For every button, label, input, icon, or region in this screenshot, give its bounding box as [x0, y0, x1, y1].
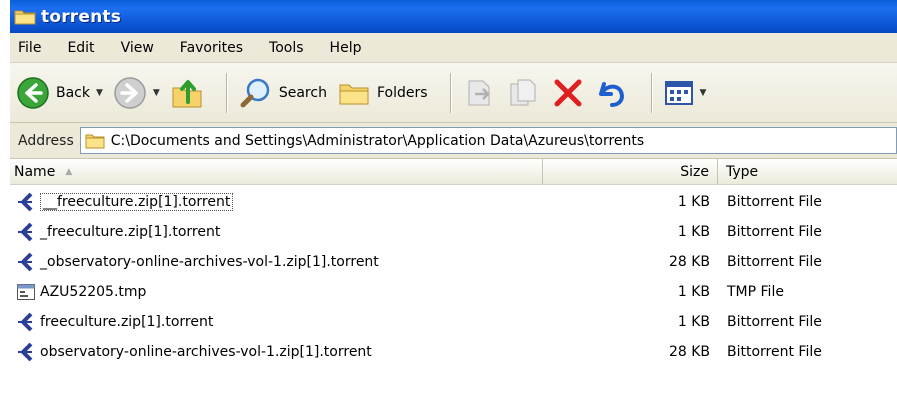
file-type: Bittorrent File [727, 314, 822, 330]
toolbar: Back ▼ ▼ Search Folders ▼ [10, 63, 897, 123]
file-name: AZU52205.tmp [40, 284, 147, 300]
toolbar-separator [225, 72, 227, 113]
torrent-icon [18, 222, 33, 242]
undo-button[interactable] [595, 71, 629, 115]
file-list: Name ▲ Size Type __freeculture.zip[1].to… [10, 159, 897, 411]
file-row[interactable]: freeculture.zip[1].torrent 1 KB Bittorre… [10, 307, 897, 337]
forward-arrow-icon [114, 76, 146, 109]
up-folder-button[interactable] [170, 71, 204, 115]
file-row[interactable]: observatory-online-archives-vol-1.zip[1]… [10, 337, 897, 367]
menu-view[interactable]: View [121, 40, 154, 56]
column-header-size[interactable]: Size [543, 159, 718, 184]
torrent-icon [18, 252, 33, 272]
file-name: observatory-online-archives-vol-1.zip[1]… [40, 344, 372, 360]
column-name-label: Name [14, 163, 56, 180]
file-row[interactable]: _freeculture.zip[1].torrent 1 KB Bittorr… [10, 217, 897, 247]
torrent-icon [18, 192, 33, 212]
search-button[interactable]: Search [239, 71, 327, 115]
up-folder-icon [172, 79, 202, 107]
sort-ascending-icon: ▲ [65, 166, 73, 177]
address-path: C:\Documents and Settings\Administrator\… [110, 132, 645, 149]
delete-x-icon [554, 79, 582, 106]
search-icon [240, 78, 270, 107]
undo-icon [598, 81, 624, 107]
folder-icon [14, 10, 36, 25]
file-row[interactable]: _observatory-online-archives-vol-1.zip[1… [10, 247, 897, 277]
copy-to-icon [510, 79, 536, 105]
column-type-label: Type [726, 163, 759, 180]
file-name: _observatory-online-archives-vol-1.zip[1… [40, 254, 379, 270]
menu-help[interactable]: Help [330, 40, 362, 56]
file-rows: __freeculture.zip[1].torrent 1 KB Bittor… [10, 185, 897, 367]
delete-button[interactable] [551, 71, 585, 115]
menu-bar: File Edit View Favorites Tools Help [10, 33, 897, 63]
file-type: Bittorrent File [727, 344, 822, 360]
menu-edit[interactable]: Edit [67, 40, 94, 56]
file-size: 1 KB [677, 284, 710, 300]
address-field[interactable]: C:\Documents and Settings\Administrator\… [79, 127, 897, 154]
copy-to-button[interactable] [507, 71, 541, 115]
toolbar-separator [449, 72, 451, 113]
file-type: TMP File [727, 284, 784, 300]
file-type: Bittorrent File [727, 194, 822, 210]
file-size: 1 KB [677, 314, 710, 330]
back-dropdown-icon[interactable]: ▼ [96, 88, 103, 98]
file-size: 1 KB [677, 224, 710, 240]
file-size: 1 KB [677, 194, 710, 210]
column-size-label: Size [680, 163, 709, 180]
file-row[interactable]: __freeculture.zip[1].torrent 1 KB Bittor… [10, 187, 897, 217]
folder-icon [85, 134, 105, 149]
menu-file[interactable]: File [18, 40, 41, 56]
window-title: torrents [41, 6, 122, 27]
folders-label: Folders [376, 84, 428, 101]
tmp-file-icon [17, 284, 35, 300]
torrent-icon [18, 312, 33, 332]
column-header-name[interactable]: Name ▲ [10, 159, 543, 184]
back-arrow-icon [17, 76, 49, 109]
menu-favorites[interactable]: Favorites [180, 40, 243, 56]
views-icon [664, 80, 693, 105]
torrent-icon [18, 342, 33, 362]
title-bar[interactable]: torrents [10, 0, 897, 33]
folders-icon [339, 84, 369, 104]
list-header: Name ▲ Size Type [10, 159, 897, 185]
views-dropdown-icon[interactable]: ▼ [700, 88, 707, 98]
search-label: Search [278, 84, 327, 101]
address-label: Address [18, 132, 74, 149]
address-bar: Address C:\Documents and Settings\Admini… [10, 123, 897, 159]
views-button[interactable]: ▼ [664, 71, 707, 115]
back-label: Back [56, 84, 90, 101]
move-to-icon [468, 80, 490, 105]
file-row[interactable]: AZU52205.tmp 1 KB TMP File [10, 277, 897, 307]
folders-button[interactable]: Folders [337, 71, 428, 115]
forward-button[interactable]: ▼ [113, 71, 160, 115]
file-type: Bittorrent File [727, 224, 822, 240]
file-name: __freeculture.zip[1].torrent [40, 193, 234, 211]
file-size: 28 KB [668, 344, 710, 360]
menu-tools[interactable]: Tools [269, 40, 304, 56]
back-button[interactable]: Back ▼ [16, 71, 103, 115]
file-type: Bittorrent File [727, 254, 822, 270]
file-size: 28 KB [668, 254, 710, 270]
column-header-type[interactable]: Type [718, 159, 897, 184]
move-to-button[interactable] [463, 71, 497, 115]
file-name: _freeculture.zip[1].torrent [40, 224, 221, 240]
forward-dropdown-icon[interactable]: ▼ [153, 88, 160, 98]
file-name: freeculture.zip[1].torrent [40, 314, 214, 330]
toolbar-separator [650, 72, 652, 113]
